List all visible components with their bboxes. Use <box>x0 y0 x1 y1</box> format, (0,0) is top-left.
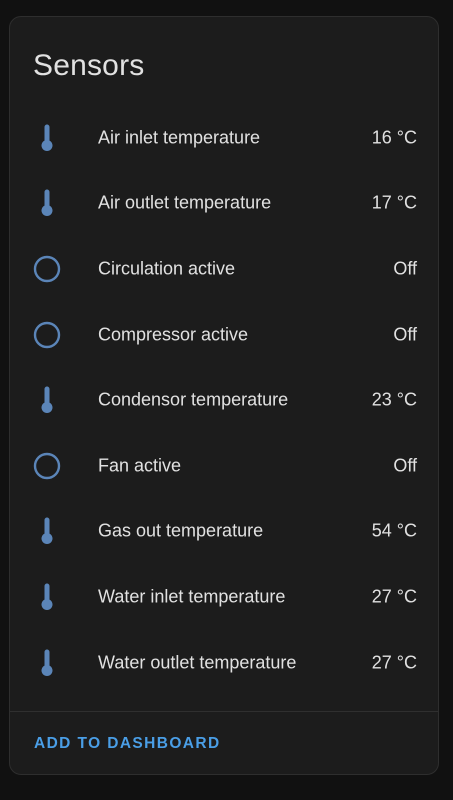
sensor-label: Compressor active <box>98 324 249 345</box>
sensor-value: Off <box>393 324 417 345</box>
sensor-row[interactable]: Circulation active Off <box>10 236 438 302</box>
sensor-label: Air inlet temperature <box>98 127 261 148</box>
sensor-value: 27 °C <box>371 586 417 607</box>
thermometer-icon <box>32 188 62 218</box>
sensor-label: Condensor temperature <box>98 389 289 410</box>
thermometer-icon <box>32 582 62 612</box>
sensor-row[interactable]: Air inlet temperature 16 °C <box>10 105 438 171</box>
sensor-value: 27 °C <box>371 652 417 673</box>
add-to-dashboard-button[interactable]: ADD TO DASHBOARD <box>24 727 231 761</box>
sensor-row[interactable]: Air outlet temperature 17 °C <box>10 171 438 237</box>
sensor-label: Circulation active <box>98 258 236 279</box>
sensor-row[interactable]: Gas out temperature 54 °C <box>10 499 438 565</box>
sensor-label: Water inlet temperature <box>98 586 286 607</box>
sensors-card: Sensors Air inlet temperature 16 °C Air o… <box>9 16 439 775</box>
sensor-value: 23 °C <box>371 389 417 410</box>
sensor-value: 17 °C <box>371 192 417 213</box>
thermometer-icon <box>32 648 62 678</box>
card-divider <box>10 711 438 712</box>
sensor-label: Water outlet temperature <box>98 652 297 673</box>
card-title: Sensors <box>33 49 145 82</box>
sensor-label: Air outlet temperature <box>98 192 272 213</box>
sensor-row[interactable]: Water outlet temperature 27 °C <box>10 630 438 696</box>
sensor-label: Gas out temperature <box>98 520 264 541</box>
sensor-label: Fan active <box>98 455 182 476</box>
sensor-value: 54 °C <box>371 520 417 541</box>
sensor-row[interactable]: Compressor active Off <box>10 302 438 368</box>
sensor-value: 16 °C <box>371 127 417 148</box>
circle-outline-icon <box>32 320 62 350</box>
sensor-value: Off <box>393 455 417 476</box>
thermometer-icon <box>32 516 62 546</box>
thermometer-icon <box>32 385 62 415</box>
sensor-row[interactable]: Condensor temperature 23 °C <box>10 367 438 433</box>
circle-outline-icon <box>32 451 62 481</box>
sensor-row[interactable]: Fan active Off <box>10 433 438 499</box>
sensor-list: Air inlet temperature 16 °C Air outlet te… <box>10 105 438 695</box>
circle-outline-icon <box>32 254 62 284</box>
sensor-row[interactable]: Water inlet temperature 27 °C <box>10 564 438 630</box>
thermometer-icon <box>32 123 62 153</box>
sensor-value: Off <box>393 258 417 279</box>
